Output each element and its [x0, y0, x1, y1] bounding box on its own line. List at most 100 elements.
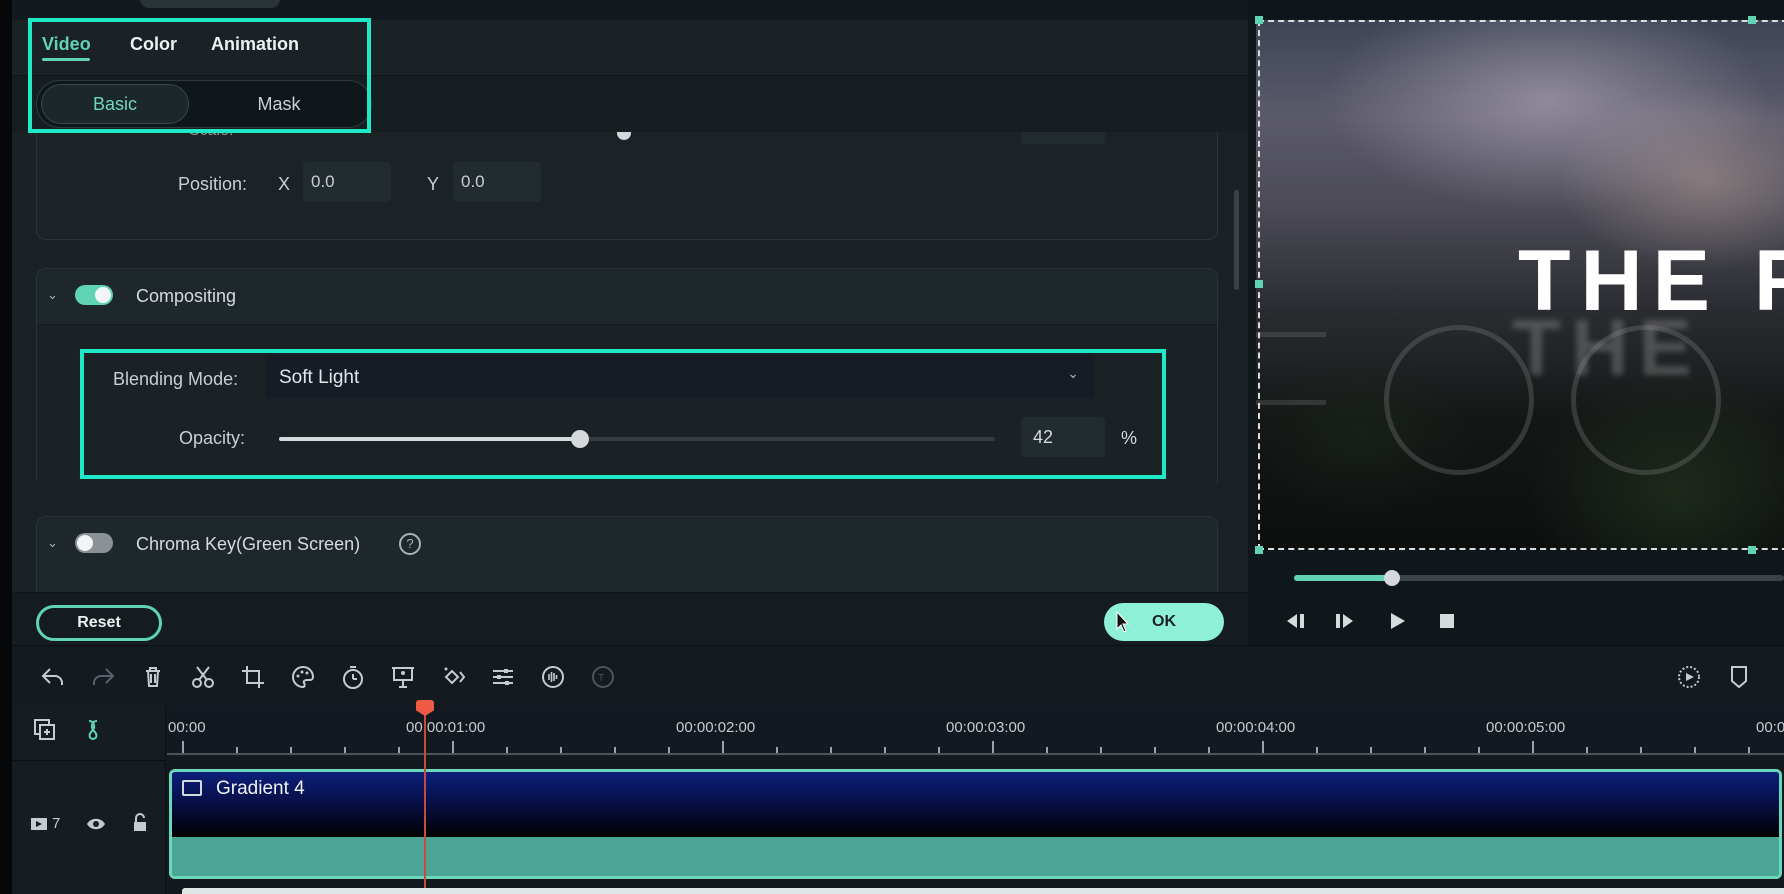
preview-canvas[interactable]: THE THE F	[1256, 20, 1784, 550]
clip-body	[172, 837, 1779, 876]
blending-mode-value: Soft Light	[279, 367, 360, 388]
progress-knob[interactable]	[1384, 570, 1400, 586]
freeze-frame-icon[interactable]	[390, 664, 416, 690]
help-icon[interactable]: ?	[399, 533, 421, 555]
properties-footer: Reset OK	[12, 592, 1248, 645]
track-header-column: 7	[12, 705, 166, 894]
playhead-line[interactable]	[424, 715, 426, 894]
ruler-tick	[560, 747, 562, 753]
resize-handle[interactable]	[1255, 546, 1263, 554]
ruler-tick	[1316, 747, 1318, 753]
adjust-icon[interactable]	[490, 664, 516, 690]
compositing-title: Compositing	[136, 286, 237, 306]
chevron-down-icon[interactable]: ⌄	[47, 287, 61, 302]
ruler-tick	[1370, 747, 1372, 753]
chroma-key-section: ⌄ Chroma Key(Green Screen) ?	[36, 516, 1218, 592]
ruler-tick	[992, 741, 994, 753]
panel-top-strip	[12, 0, 1248, 20]
render-preview-icon[interactable]	[1676, 664, 1702, 690]
ruler-label: 00:00:02:00	[676, 719, 756, 736]
next-frame-icon[interactable]	[1332, 608, 1358, 634]
timeline-ruler[interactable]: 00:00 00:00:01:00 00:00:02:00 00:00:03:00 00…	[167, 705, 1784, 755]
opacity-slider[interactable]	[279, 430, 995, 448]
resize-handle[interactable]	[1748, 16, 1756, 24]
ruler-tick	[452, 741, 454, 753]
subtab-basic[interactable]: Basic	[41, 84, 189, 124]
link-icon[interactable]	[80, 717, 106, 743]
text-to-speech-icon[interactable]: T	[590, 664, 616, 690]
toggle-knob	[77, 535, 93, 551]
ruler-tick	[722, 741, 724, 753]
timeline-panel: T 7 00:00 00:00:01:00 00:00:02:00 00:00:03:…	[12, 645, 1784, 894]
position-y-input[interactable]	[453, 162, 541, 202]
cut-icon[interactable]	[190, 664, 216, 690]
ruler-tick	[1208, 747, 1210, 753]
ruler-label: 00:00	[168, 719, 206, 736]
audio-icon[interactable]	[540, 664, 566, 690]
delete-icon[interactable]	[140, 664, 166, 690]
video-track-icon	[31, 818, 47, 830]
chroma-key-toggle[interactable]	[75, 533, 113, 553]
scale-slider-knob[interactable]	[617, 132, 631, 140]
ruler-tick	[182, 741, 184, 753]
clip-thumbnail-strip	[172, 772, 1779, 837]
ruler-tick	[1694, 747, 1696, 753]
ruler-tick	[668, 747, 670, 753]
window-edge	[0, 0, 12, 894]
redo-icon[interactable]	[90, 664, 116, 690]
add-track-icon[interactable]	[32, 717, 58, 743]
subtab-mask[interactable]: Mask	[205, 84, 353, 124]
play-icon[interactable]	[1384, 608, 1410, 634]
opacity-slider-fill	[279, 437, 580, 441]
compositing-toggle[interactable]	[75, 285, 113, 305]
stop-icon[interactable]	[1434, 608, 1460, 634]
chevron-down-icon: ⌄	[1067, 365, 1079, 381]
tab-color[interactable]: Color	[130, 34, 177, 55]
lock-open-icon[interactable]	[132, 813, 148, 833]
top-control[interactable]	[140, 0, 280, 8]
position-x-input[interactable]	[303, 162, 391, 202]
opacity-input[interactable]	[1021, 417, 1105, 457]
blending-mode-select[interactable]: Soft Light ⌄	[265, 355, 1095, 399]
eye-icon[interactable]	[86, 816, 106, 832]
scale-row: Scale:	[37, 132, 1217, 146]
tab-video[interactable]: Video	[42, 34, 91, 55]
ruler-label: 00:00	[1756, 719, 1784, 736]
ruler-tick	[1046, 747, 1048, 753]
ruler-tick	[398, 747, 400, 753]
undo-icon[interactable]	[40, 664, 66, 690]
ruler-label: 00:00:05:00	[1486, 719, 1566, 736]
reset-button[interactable]: Reset	[36, 605, 162, 641]
tab-animation[interactable]: Animation	[211, 34, 299, 55]
color-palette-icon[interactable]	[290, 664, 316, 690]
ghost-shape	[1256, 332, 1326, 337]
ruler-tick	[236, 747, 238, 753]
mouse-cursor-icon	[1116, 611, 1130, 633]
marker-icon[interactable]	[1726, 664, 1752, 690]
chevron-down-icon[interactable]: ⌄	[47, 535, 61, 550]
compositing-header[interactable]: ⌄ Compositing	[37, 269, 1217, 325]
opacity-slider-knob[interactable]	[570, 430, 589, 448]
timeline-scrollbar[interactable]	[182, 888, 1784, 894]
crop-icon[interactable]	[240, 664, 266, 690]
divider	[12, 760, 166, 761]
prev-frame-icon[interactable]	[1284, 608, 1310, 634]
keyframe-icon[interactable]	[440, 664, 466, 690]
ruler-tick	[614, 747, 616, 753]
speed-timer-icon[interactable]	[340, 664, 366, 690]
chroma-key-header[interactable]: ⌄ Chroma Key(Green Screen) ?	[37, 517, 1217, 592]
scale-input[interactable]	[1021, 132, 1105, 144]
timeline-clip[interactable]: Gradient 4	[169, 769, 1782, 879]
position-label: Position:	[178, 174, 248, 194]
opacity-label: Opacity:	[179, 428, 246, 448]
resize-handle[interactable]	[1748, 546, 1756, 554]
resize-handle[interactable]	[1255, 16, 1263, 24]
ruler-tick	[1748, 747, 1750, 753]
ruler-tick	[776, 747, 778, 753]
resize-handle[interactable]	[1255, 280, 1263, 288]
subtab-switch: Basic Mask	[36, 80, 372, 128]
properties-scrollbar[interactable]	[1234, 190, 1239, 290]
tracks-area: Gradient 4	[167, 757, 1784, 894]
playback-progress[interactable]	[1294, 570, 1784, 586]
ruler-tick	[1532, 741, 1534, 753]
